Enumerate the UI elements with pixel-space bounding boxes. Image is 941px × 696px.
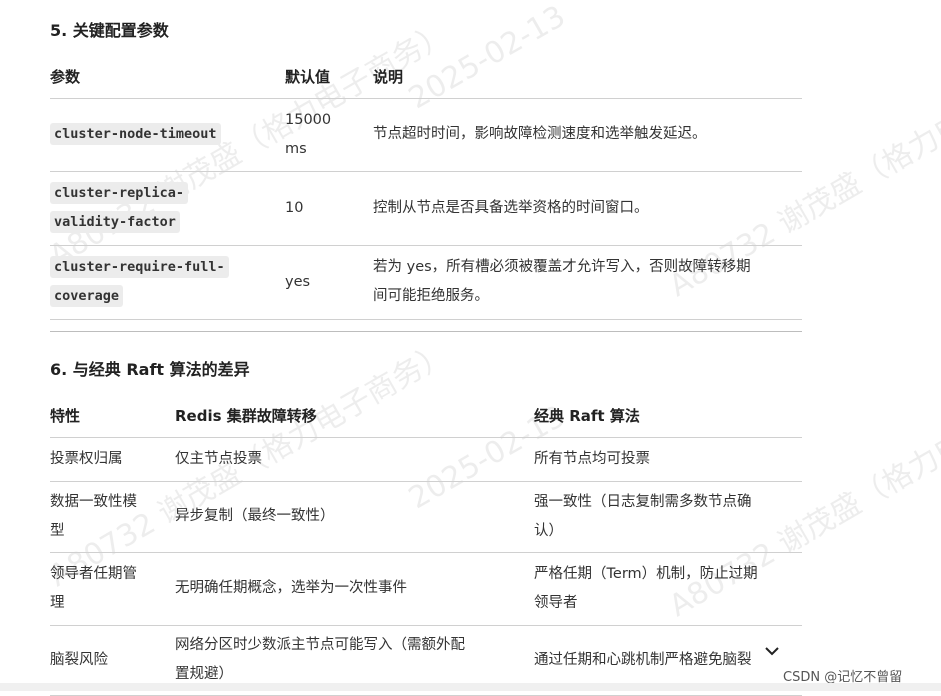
feature-text: 型 <box>50 522 65 539</box>
default-cell: yes <box>285 273 311 290</box>
redis-cell: 异步复制（最终一致性） <box>175 508 335 524</box>
feature-text: 领导者任期管 <box>50 565 137 582</box>
comparison-table: 特性 Redis 集群故障转移 经典 Raft 算法 投票权归属 仅主节点投票 … <box>50 395 802 696</box>
table-header-row: 特性 Redis 集群故障转移 经典 Raft 算法 <box>50 395 802 437</box>
description-cell: 控制从节点是否具备选举资格的时间窗口。 <box>373 199 649 216</box>
description-cell: 节点超时时间，影响故障检测速度和选举触发延迟。 <box>373 126 707 142</box>
param-cell: cluster-node-timeout <box>50 98 285 171</box>
section-title: 5. 关键配置参数 <box>50 21 169 40</box>
feature-cell: 数据一致性模型 <box>50 481 175 552</box>
column-header: 默认值 <box>285 68 331 87</box>
table-row: cluster-node-timeout 15000 ms 节点超时时间，影响故障… <box>50 98 802 171</box>
description-cell: 若为 yes，所有槽必须被覆盖才允许写入，否则故障转移期 间可能拒绝服务。 <box>373 245 802 319</box>
table-row: 领导者任期管理 无明确任期概念，选举为一次性事件 严格任期（Term）机制，防止… <box>50 552 802 625</box>
table-row: cluster-replica-validity-factor 10 控制从节点… <box>50 171 802 245</box>
chevron-down-icon <box>765 647 779 656</box>
default-cell: 10 <box>285 199 304 216</box>
table-row: 数据一致性模型 异步复制（最终一致性） 强一致性（日志复制需多数节点确 认） <box>50 481 802 552</box>
param-cell: cluster-require-full-coverage <box>50 245 285 319</box>
default-cell: 15000 ms <box>285 98 373 171</box>
raft-cell: 所有节点均可投票 <box>534 450 650 467</box>
param-code: cluster-replica- <box>50 182 189 204</box>
param-cell: cluster-replica-validity-factor <box>50 171 285 245</box>
description-text: 若为 yes，所有槽必须被覆盖才允许写入，否则故障转移期 <box>373 259 751 275</box>
param-code: coverage <box>50 285 124 307</box>
table-header-row: 参数 默认值 说明 <box>50 56 802 98</box>
table-row: cluster-require-full-coverage yes 若为 yes… <box>50 245 802 319</box>
expand-button[interactable] <box>758 637 786 665</box>
redis-cell: 无明确任期概念，选举为一次性事件 <box>175 580 407 596</box>
default-value: ms <box>285 140 307 157</box>
bottom-bar <box>0 683 941 691</box>
feature-cell: 投票权归属 <box>50 450 123 467</box>
feature-text: 数据一致性模 <box>50 493 137 510</box>
raft-text: 严格任期（Term）机制，防止过期 <box>534 565 758 582</box>
redis-text: 网络分区时少数派主节点可能写入（需额外配 <box>175 637 465 653</box>
feature-cell: 领导者任期管理 <box>50 552 175 625</box>
raft-cell: 强一致性（日志复制需多数节点确 认） <box>534 481 802 552</box>
section-divider <box>50 331 802 332</box>
feature-text: 理 <box>50 594 65 611</box>
param-code: cluster-node-timeout <box>50 123 221 145</box>
raft-cell: 严格任期（Term）机制，防止过期 领导者 <box>534 552 802 625</box>
description-text: 间可能拒绝服务。 <box>373 288 489 304</box>
raft-text: 领导者 <box>534 594 578 611</box>
redis-cell: 仅主节点投票 <box>175 450 262 467</box>
redis-text: 置规避） <box>175 666 233 682</box>
section-title: 6. 与经典 Raft 算法的差异 <box>50 360 250 379</box>
config-table: 参数 默认值 说明 cluster-node-timeout 15000 ms 节… <box>50 56 802 320</box>
column-header: 参数 <box>50 68 81 87</box>
param-code: validity-factor <box>50 211 180 233</box>
table-row: 投票权归属 仅主节点投票 所有节点均可投票 <box>50 437 802 481</box>
column-header: 说明 <box>373 68 404 87</box>
column-header: Redis 集群故障转移 <box>175 407 317 426</box>
raft-text: 认） <box>534 522 563 539</box>
raft-text: 强一致性（日志复制需多数节点确 <box>534 493 752 510</box>
default-value: 15000 <box>285 111 332 128</box>
column-header: 经典 Raft 算法 <box>534 407 640 426</box>
param-code: cluster-require-full- <box>50 256 229 278</box>
column-header: 特性 <box>50 407 81 426</box>
